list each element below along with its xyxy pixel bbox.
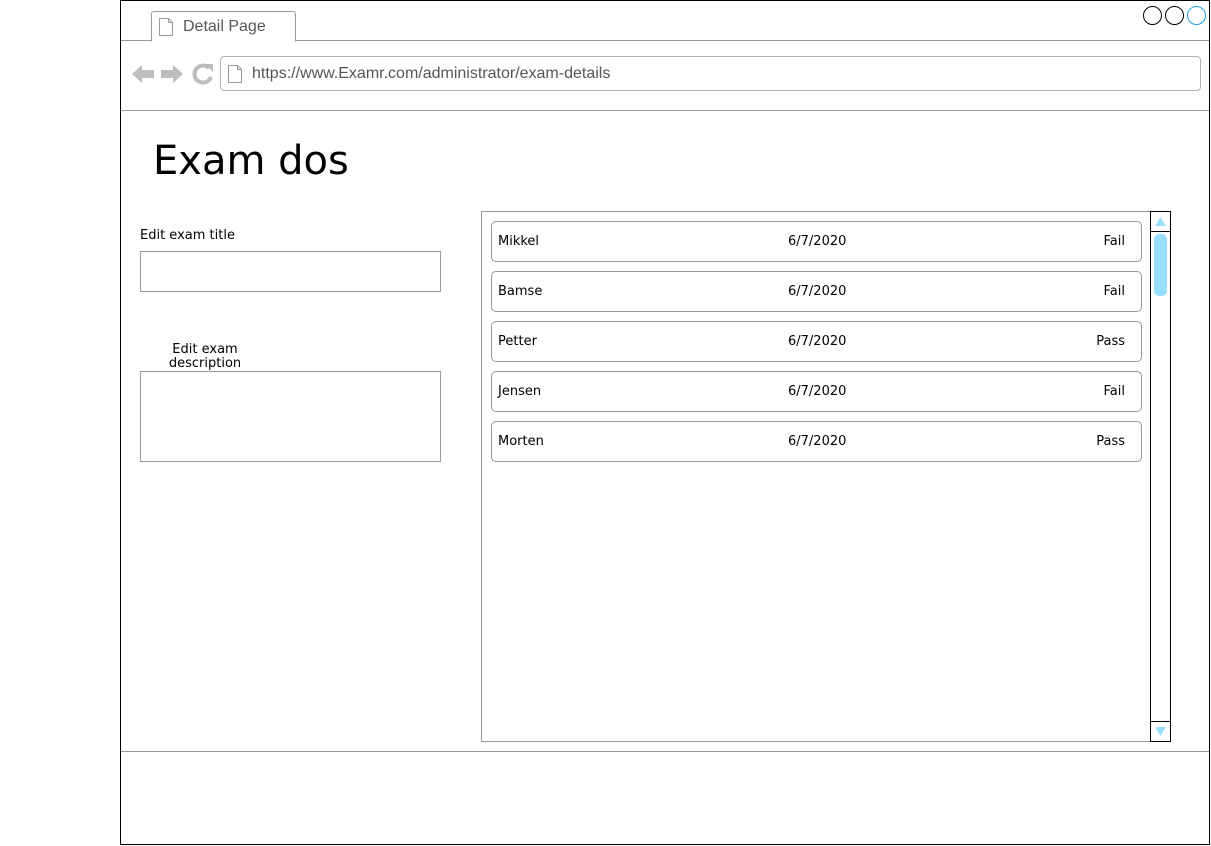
exam-result: Pass (1096, 334, 1125, 349)
scroll-up-button[interactable] (1151, 212, 1170, 232)
tab-detail-page[interactable]: Detail Page (151, 11, 296, 42)
list-item[interactable]: Petter 6/7/2020 Pass (491, 321, 1142, 362)
exam-result: Fail (1103, 234, 1125, 249)
forward-arrow-icon[interactable] (160, 63, 184, 85)
student-name: Morten (498, 434, 544, 449)
minimize-button[interactable] (1143, 6, 1162, 25)
student-name: Jensen (498, 384, 542, 399)
student-name: Petter (498, 334, 537, 349)
list-item[interactable]: Mikkel 6/7/2020 Fail (491, 221, 1142, 262)
exam-date: 6/7/2020 (788, 284, 847, 299)
exam-date: 6/7/2020 (788, 434, 847, 449)
maximize-button[interactable] (1165, 6, 1184, 25)
exam-description-input[interactable] (140, 371, 441, 462)
list-item[interactable]: Jensen 6/7/2020 Fail (491, 371, 1142, 412)
list-item[interactable]: Morten 6/7/2020 Pass (491, 421, 1142, 462)
reload-icon[interactable] (191, 63, 215, 85)
navigation-bar: https://www.Examr.com/administrator/exam… (121, 41, 1209, 111)
student-name: Bamse (498, 284, 543, 299)
triangle-up-icon (1155, 217, 1166, 226)
tab-bar: Detail Page (121, 1, 1209, 42)
triangle-down-icon (1155, 727, 1166, 736)
exam-date: 6/7/2020 (788, 234, 847, 249)
exam-date: 6/7/2020 (788, 334, 847, 349)
exam-date: 6/7/2020 (788, 384, 847, 399)
scroll-down-button[interactable] (1151, 721, 1170, 741)
list-scrollbar[interactable] (1150, 211, 1171, 742)
back-arrow-icon[interactable] (131, 63, 155, 85)
edit-description-label: Edit exam description (168, 342, 242, 371)
close-button[interactable] (1187, 6, 1206, 25)
address-bar[interactable]: https://www.Examr.com/administrator/exam… (220, 56, 1201, 91)
window-controls (1143, 6, 1206, 25)
exam-title-input[interactable] (140, 251, 441, 292)
student-name: Mikkel (498, 234, 540, 249)
exam-result: Fail (1103, 384, 1125, 399)
page-icon (159, 18, 173, 36)
page-icon (228, 65, 242, 83)
edit-title-label: Edit exam title (140, 228, 235, 243)
footer-divider (121, 751, 1209, 752)
scroll-thumb[interactable] (1154, 234, 1167, 296)
url-text: https://www.Examr.com/administrator/exam… (252, 65, 611, 82)
browser-window: Detail Page https://www.Examr.com/admini… (120, 0, 1210, 845)
tab-label: Detail Page (183, 18, 266, 35)
list-item[interactable]: Bamse 6/7/2020 Fail (491, 271, 1142, 312)
exam-result: Pass (1096, 434, 1125, 449)
page-title: Exam dos (153, 138, 349, 184)
results-list[interactable]: Mikkel 6/7/2020 Fail Bamse 6/7/2020 Fail… (481, 211, 1171, 742)
exam-result: Fail (1103, 284, 1125, 299)
